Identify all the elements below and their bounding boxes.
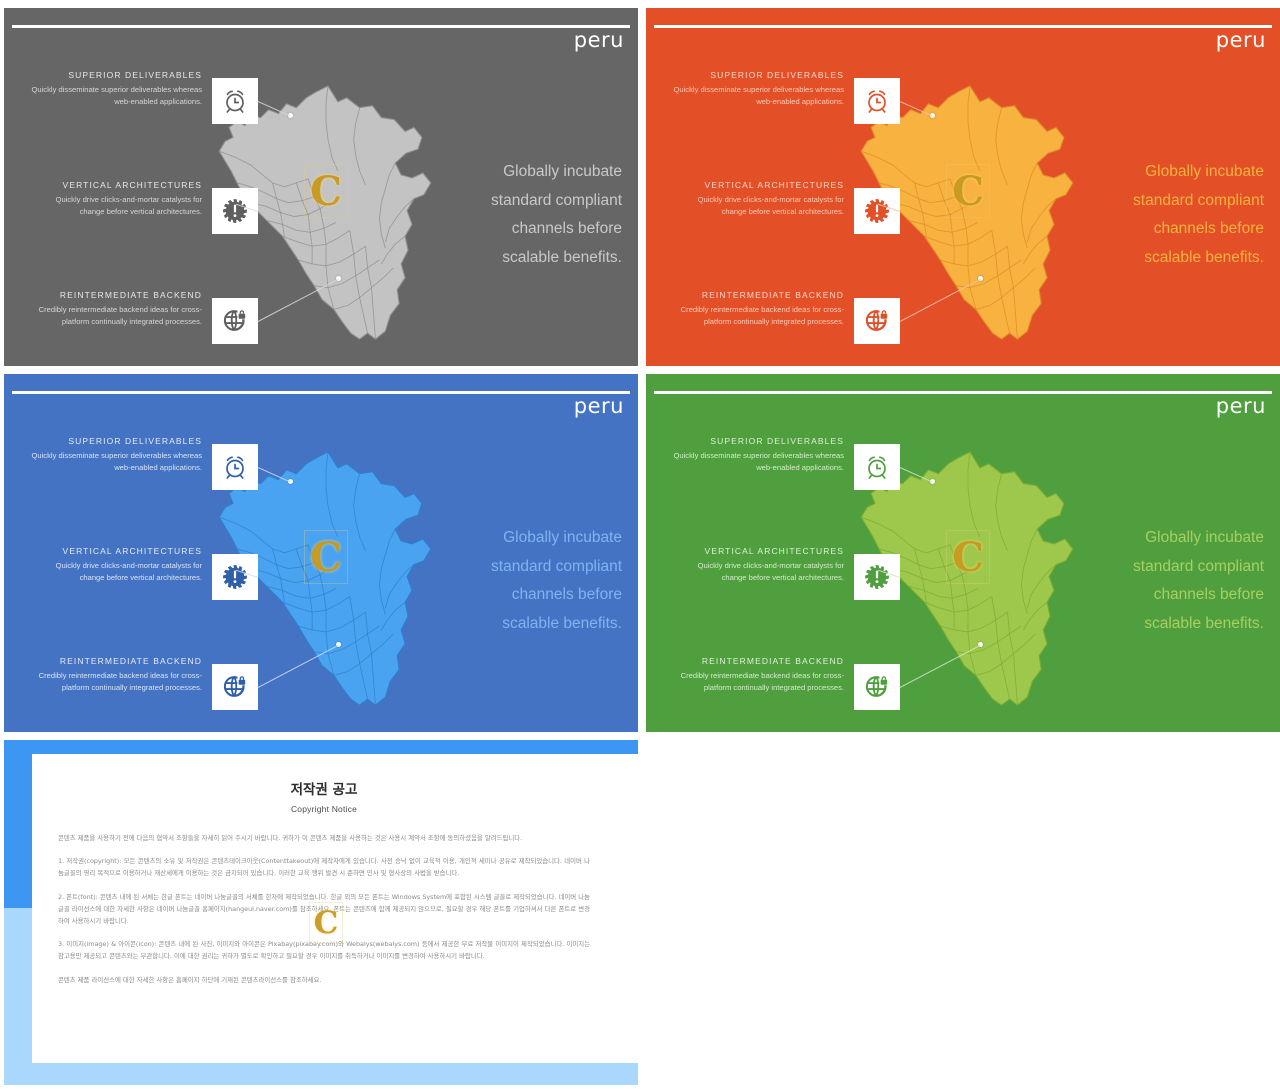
slide-title: peru <box>573 28 624 52</box>
feature-title: REINTERMEDIATE BACKEND <box>701 290 844 300</box>
feature-title: SUPERIOR DELIVERABLES <box>68 436 202 446</box>
alarm-clock-icon[interactable] <box>854 78 900 124</box>
watermark-letter: C <box>309 902 343 944</box>
slide-title: peru <box>573 394 624 418</box>
header-rule <box>654 391 1272 394</box>
document-paragraph-2: 1. 저작권(copyright): 모든 콘텐츠의 소유 및 저작권은 콘텐츠… <box>58 857 590 878</box>
right-paragraph-line: standard compliant <box>1133 191 1264 209</box>
right-paragraph-line: scalable benefits. <box>1144 248 1264 266</box>
alarm-clock-icon[interactable] <box>212 444 258 490</box>
globe-lock-icon[interactable] <box>212 664 258 710</box>
feature-body: Quickly disseminate superior deliverable… <box>673 85 844 107</box>
document-sheet: 저작권 공고 Copyright Notice 콘텐츠 제품을 사용하기 전에 … <box>32 754 616 1063</box>
slide-right-paragraph: Globally incubate standard compliant chann… <box>1004 158 1264 272</box>
panel-border-bottom <box>4 1063 638 1085</box>
gear-alert-icon[interactable] <box>854 554 900 600</box>
feature-title: SUPERIOR DELIVERABLES <box>710 70 844 80</box>
panel-border-left-lower <box>4 908 32 1085</box>
feature-title: VERTICAL ARCHITECTURES <box>62 546 202 556</box>
feature-body: Quickly disseminate superior deliverable… <box>31 85 202 107</box>
gear-alert-icon[interactable] <box>854 188 900 234</box>
document-paragraph-1: 콘텐츠 제품을 사용하기 전에 다음의 협약서 조항들을 자세히 읽어 주시기 … <box>58 834 523 842</box>
feature-title: SUPERIOR DELIVERABLES <box>68 70 202 80</box>
feature-text-block: SUPERIOR DELIVERABLES Quickly disseminat… <box>30 70 202 109</box>
feature-text-block: REINTERMEDIATE BACKEND Credibly reinterm… <box>672 656 844 695</box>
feature-title: REINTERMEDIATE BACKEND <box>59 290 202 300</box>
right-paragraph-line: Globally incubate <box>1145 529 1264 546</box>
feature-body: Credibly reintermediate backend ideas fo… <box>38 671 202 693</box>
right-paragraph-line: channels before <box>1153 220 1264 237</box>
slide-title: peru <box>1215 394 1266 418</box>
feature-title: VERTICAL ARCHITECTURES <box>704 180 844 190</box>
right-paragraph-line: Globally incubate <box>1145 163 1264 180</box>
feature-body: Quickly drive clicks-and-mortar catalyst… <box>697 195 844 217</box>
feature-body: Credibly reintermediate backend ideas fo… <box>680 671 844 693</box>
copyright-notice-panel[interactable]: 저작권 공고 Copyright Notice 콘텐츠 제품을 사용하기 전에 … <box>4 740 638 1085</box>
right-paragraph-line: standard compliant <box>491 557 622 575</box>
slide-title: peru <box>1215 28 1266 52</box>
feature-body: Quickly disseminate superior deliverable… <box>673 451 844 473</box>
feature-text-block: VERTICAL ARCHITECTURES Quickly drive cli… <box>672 546 844 585</box>
header-rule <box>12 25 630 28</box>
gear-alert-icon[interactable] <box>212 188 258 234</box>
feature-text-block: SUPERIOR DELIVERABLES Quickly disseminat… <box>672 436 844 475</box>
right-paragraph-line: channels before <box>1153 586 1264 603</box>
slide-blue[interactable]: peru C SUPERIOR DELIVERABLES Quickly dis… <box>4 374 638 732</box>
feature-text-block: REINTERMEDIATE BACKEND Credibly reinterm… <box>672 290 844 329</box>
slide-deck-canvas: peru C SUPERIOR DELIVERABLES Quickly dis… <box>0 0 1280 1089</box>
document-heading-english: Copyright Notice <box>290 804 358 814</box>
feature-text-block: REINTERMEDIATE BACKEND Credibly reinterm… <box>30 290 202 329</box>
alarm-clock-icon[interactable] <box>212 78 258 124</box>
right-paragraph-line: Globally incubate <box>503 163 622 180</box>
feature-body: Credibly reintermediate backend ideas fo… <box>38 305 202 327</box>
right-paragraph-line: scalable benefits. <box>502 248 622 266</box>
feature-body: Quickly drive clicks-and-mortar catalyst… <box>55 195 202 217</box>
right-paragraph-line: scalable benefits. <box>1144 614 1264 632</box>
feature-text-block: SUPERIOR DELIVERABLES Quickly disseminat… <box>672 70 844 109</box>
globe-lock-icon[interactable] <box>854 298 900 344</box>
feature-title: SUPERIOR DELIVERABLES <box>710 436 844 446</box>
right-paragraph-line: standard compliant <box>1133 557 1264 575</box>
right-paragraph-line: scalable benefits. <box>502 614 622 632</box>
feature-body: Quickly disseminate superior deliverable… <box>31 451 202 473</box>
feature-title: VERTICAL ARCHITECTURES <box>704 546 844 556</box>
feature-text-block: VERTICAL ARCHITECTURES Quickly drive cli… <box>30 546 202 585</box>
header-rule <box>12 391 630 394</box>
header-rule <box>654 25 1272 28</box>
feature-text-block: VERTICAL ARCHITECTURES Quickly drive cli… <box>672 180 844 219</box>
feature-body: Credibly reintermediate backend ideas fo… <box>680 305 844 327</box>
right-paragraph-line: channels before <box>511 220 622 237</box>
feature-text-block: REINTERMEDIATE BACKEND Credibly reinterm… <box>30 656 202 695</box>
globe-lock-icon[interactable] <box>212 298 258 344</box>
feature-title: REINTERMEDIATE BACKEND <box>59 656 202 666</box>
right-paragraph-line: standard compliant <box>491 191 622 209</box>
right-paragraph-line: Globally incubate <box>503 529 622 546</box>
feature-title: VERTICAL ARCHITECTURES <box>62 180 202 190</box>
alarm-clock-icon[interactable] <box>854 444 900 490</box>
slide-green[interactable]: peru C SUPERIOR DELIVERABLES Quickly dis… <box>646 374 1280 732</box>
panel-border-top <box>4 740 638 754</box>
gear-alert-icon[interactable] <box>212 554 258 600</box>
right-paragraph-line: channels before <box>511 586 622 603</box>
feature-body: Quickly drive clicks-and-mortar catalyst… <box>55 561 202 583</box>
feature-text-block: SUPERIOR DELIVERABLES Quickly disseminat… <box>30 436 202 475</box>
feature-title: REINTERMEDIATE BACKEND <box>701 656 844 666</box>
slide-orange[interactable]: peru C SUPERIOR DELIVERABLES Quickly dis… <box>646 8 1280 366</box>
slide-right-paragraph: Globally incubate standard compliant chann… <box>362 158 622 272</box>
panel-border-left-upper <box>4 740 32 908</box>
slide-right-paragraph: Globally incubate standard compliant chann… <box>1004 524 1264 638</box>
globe-lock-icon[interactable] <box>854 664 900 710</box>
slide-right-paragraph: Globally incubate standard compliant chann… <box>362 524 622 638</box>
document-heading-korean: 저작권 공고 <box>290 782 358 798</box>
feature-body: Quickly drive clicks-and-mortar catalyst… <box>697 561 844 583</box>
slide-gray[interactable]: peru C SUPERIOR DELIVERABLES Quickly dis… <box>4 8 638 366</box>
document-paragraph-5: 콘텐츠 제품 라이선스에 대한 자세한 사항은 홈페이지 하단에 기재된 콘텐츠… <box>58 975 322 984</box>
feature-text-block: VERTICAL ARCHITECTURES Quickly drive cli… <box>30 180 202 219</box>
